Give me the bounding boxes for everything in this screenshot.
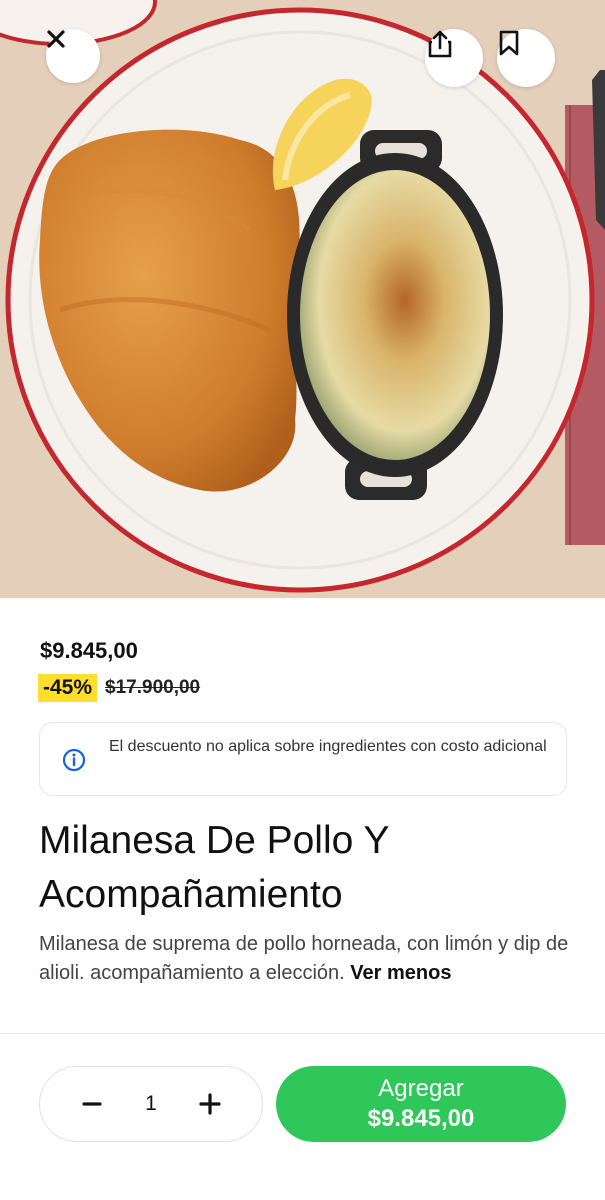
discount-info-notice: El descuento no aplica sobre ingrediente… bbox=[39, 722, 567, 796]
original-price: $17.900,00 bbox=[105, 677, 201, 698]
info-text: El descuento no aplica sobre ingrediente… bbox=[109, 738, 547, 755]
product-image bbox=[0, 0, 605, 598]
quantity-stepper: 1 bbox=[39, 1066, 263, 1142]
add-to-cart-button[interactable]: Agregar $9.845,00 bbox=[276, 1066, 566, 1142]
discount-badge: -45% bbox=[38, 674, 98, 702]
bookmark-button[interactable] bbox=[497, 29, 555, 87]
food-photo-illustration bbox=[0, 0, 605, 598]
current-price: $9.845,00 bbox=[40, 638, 138, 663]
info-icon bbox=[62, 748, 86, 772]
discount-row: -45% $17.900,00 bbox=[38, 674, 200, 702]
bookmark-icon bbox=[499, 30, 519, 56]
product-title-line-1: Milanesa De Pollo Y bbox=[39, 819, 390, 862]
product-title-line-2: Acompañamiento bbox=[39, 873, 343, 916]
plus-icon[interactable] bbox=[198, 1092, 222, 1116]
product-title: Milanesa De Pollo Y Acompañamiento bbox=[39, 814, 579, 922]
share-button[interactable] bbox=[425, 29, 483, 87]
product-detail-page: $9.845,00 -45% $17.900,00 El descuento n… bbox=[0, 0, 605, 1200]
minus-icon[interactable] bbox=[80, 1092, 104, 1116]
close-button[interactable] bbox=[46, 29, 100, 83]
share-icon bbox=[428, 30, 452, 58]
divider bbox=[0, 1033, 605, 1034]
close-icon bbox=[47, 30, 65, 48]
product-description: Milanesa de suprema de pollo horneada, c… bbox=[39, 930, 569, 988]
see-less-link[interactable]: Ver menos bbox=[350, 962, 451, 984]
quantity-value: 1 bbox=[145, 1092, 157, 1115]
description-text: Milanesa de suprema de pollo horneada, c… bbox=[39, 933, 569, 984]
add-button-label: Agregar bbox=[378, 1075, 464, 1102]
add-button-price: $9.845,00 bbox=[367, 1105, 475, 1132]
